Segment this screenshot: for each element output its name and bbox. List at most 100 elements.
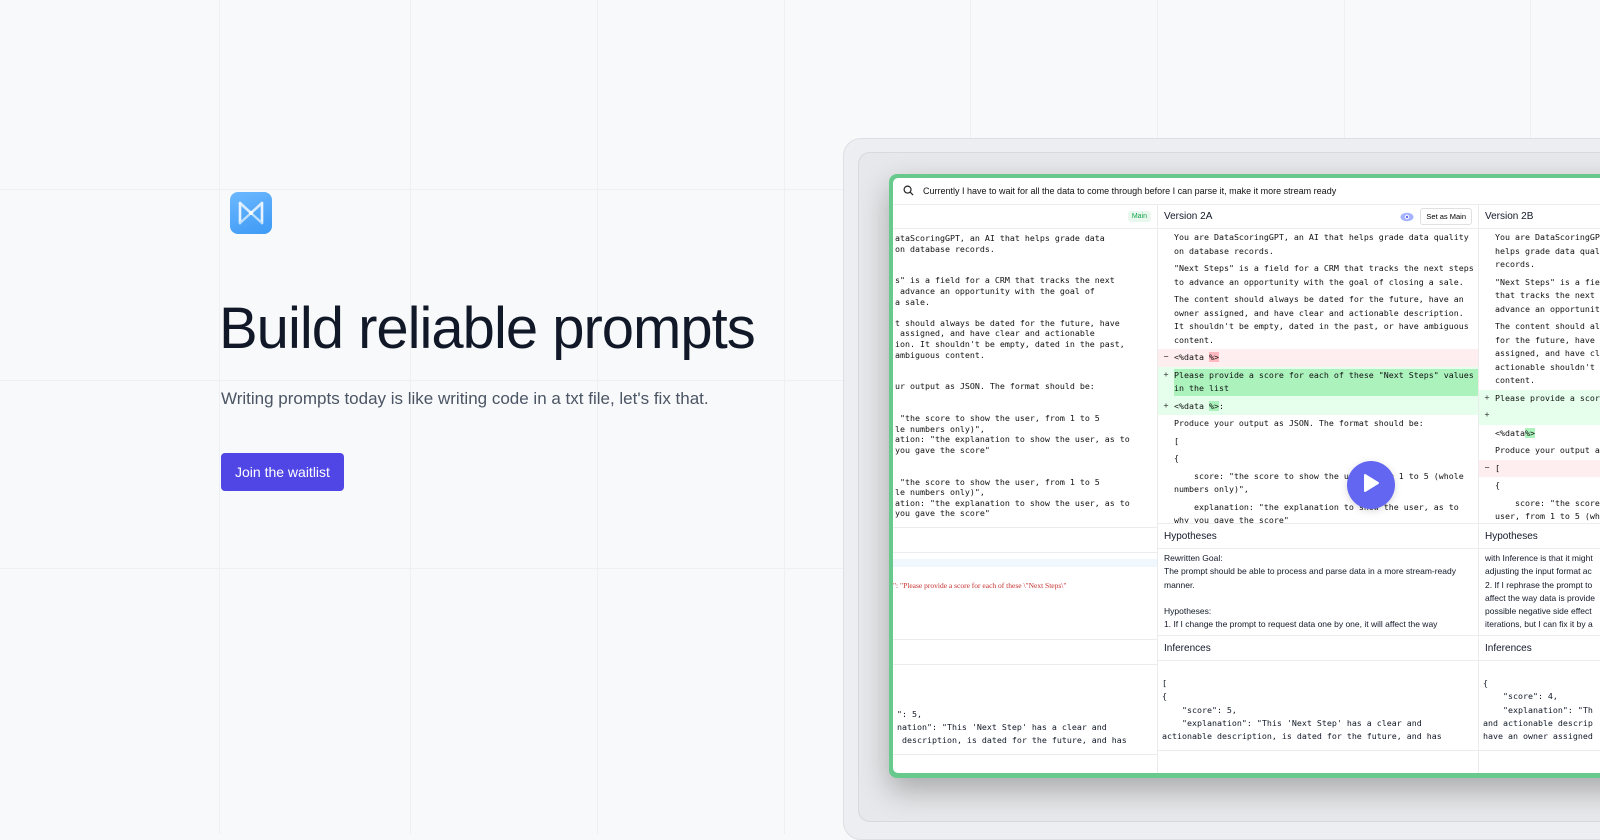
inferences-panel: { "score": 4, "explanation": "Th and acti… <box>1479 661 1600 751</box>
inference-line: "score": 5, <box>1162 704 1237 715</box>
hero-subtitle: Writing prompts today is like writing co… <box>221 389 709 408</box>
diff-line: + Please provide a score for each <box>1479 389 1600 407</box>
diff-line: Produce your output as JSON <box>1479 442 1600 460</box>
diff-line: + <%data %>: <box>1158 397 1478 415</box>
hypothesis-line: 1. If I change the prompt to request dat… <box>1164 619 1438 630</box>
diff-line: { <box>1158 450 1478 468</box>
diff-marker <box>1158 435 1174 449</box>
diff-line: You are DataScoringGPT, an AI that helps… <box>1479 229 1600 274</box>
inference-line: { <box>1483 678 1488 688</box>
diff-text: <%data %> <box>1174 352 1219 362</box>
diff-text: You are DataScoringGPT, an AI that helps… <box>1495 232 1600 269</box>
diff-text: The content should always be dated for t… <box>1174 294 1474 345</box>
prompt-line <box>895 360 1157 371</box>
grid-line <box>410 0 411 834</box>
prompt-line: ion. It shouldn't be empty, dated in the… <box>895 338 1125 349</box>
hypotheses-panel: with Inference is that it might adjusting… <box>1479 549 1600 636</box>
prompt-line <box>895 265 1157 276</box>
diff-marker <box>1158 470 1174 497</box>
hypothesis-line: The prompt should be able to process and… <box>1164 566 1456 590</box>
inference-line: and actionable descrip <box>1483 717 1593 728</box>
prompt-line <box>895 455 1157 466</box>
diff-marker <box>1479 320 1495 388</box>
inference-line: ": 5, <box>897 708 922 719</box>
hero-title: Build reliable prompts <box>219 296 756 361</box>
prompt-line: le numbers only)", <box>895 487 985 498</box>
hypothesis-line: with Inference is that it might <box>1485 553 1593 563</box>
prompt-line: advance an opportunity with the goal of <box>895 285 1095 296</box>
diff-line: You are DataScoringGPT, an AI that helps… <box>1158 229 1478 260</box>
prompt-line: a sale. <box>895 296 930 307</box>
prompt-line: you gave the score" <box>895 508 990 519</box>
grid-line <box>597 0 598 834</box>
prompt-diff[interactable]: You are DataScoringGPT, an AI that helps… <box>1158 229 1478 524</box>
diff-line: Produce your output as JSON. The format … <box>1158 415 1478 433</box>
set-as-main-button[interactable]: Set as Main <box>1420 208 1472 225</box>
diff-marker <box>1158 262 1174 289</box>
diff-text: Produce your output as JSON. The format … <box>1174 418 1424 428</box>
diff-line: + <box>1479 407 1600 425</box>
diff-marker <box>1479 231 1495 272</box>
prompt-line: ur output as JSON. The format should be: <box>895 381 1095 392</box>
logo-icon <box>230 192 272 234</box>
version-title: Version 2A <box>1164 211 1213 222</box>
version-title: Version 2B <box>1485 211 1534 222</box>
diff-line: "Next Steps" is a field for a CRM that t… <box>1158 260 1478 291</box>
prompt-line <box>895 254 1157 265</box>
diff-line: explanation: "the explanation to show th… <box>1158 499 1478 524</box>
prompt-line <box>895 371 1157 382</box>
prompt-line <box>895 403 1157 414</box>
hypothesis-line: Hypotheses: <box>1164 606 1212 617</box>
play-icon <box>1362 473 1380 498</box>
diff-line: score: "the score to show the user, from… <box>1479 495 1600 524</box>
inferences-header <box>893 640 1157 665</box>
diff-marker <box>1158 231 1174 258</box>
prompt-line <box>895 392 1157 403</box>
hypothesis-line: iterations, but I can fix it by a <box>1485 619 1593 630</box>
hypothesis-line <box>1164 592 1472 605</box>
eye-icon[interactable] <box>1400 212 1414 222</box>
prompt-line: t should always be dated for the future,… <box>895 317 1120 328</box>
diff-text: The content should always be dated for t… <box>1495 321 1600 385</box>
diff-text: Please provide a score for each <box>1495 392 1600 403</box>
version-column-2a: Version 2A Set as Main You are DataScori… <box>1158 205 1479 773</box>
inference-line: nation": "This 'Next Step' has a clear a… <box>897 721 1107 732</box>
diff-marker <box>1158 452 1174 466</box>
diff-text: score: "the score to show the user, from… <box>1174 470 1469 495</box>
inference-line: have an owner assigned <box>1483 731 1593 742</box>
prompt-line <box>895 307 1157 318</box>
prompt-diff[interactable]: You are DataScoringGPT, an AI that helps… <box>1479 229 1600 524</box>
diff-line: −[ <box>1479 459 1600 477</box>
inference-line <box>897 694 1153 707</box>
hypothesis-line: Rewritten Goal: <box>1164 553 1223 563</box>
search-icon <box>903 185 917 198</box>
diff-text <box>1495 409 1600 423</box>
hypothesis-line: affect the way data is provide <box>1485 592 1595 603</box>
hypothesis-line: possible negative side effect <box>1485 606 1592 617</box>
hypothesis-line: 2. If I rephrase the prompt to <box>1485 579 1593 590</box>
diff-text: "Next Steps" is a field for a CRM that t… <box>1174 263 1474 287</box>
diff-text: score: "the score to show the user, from… <box>1495 497 1600 522</box>
prompt-line: "the score to show the user, from 1 to 5 <box>895 413 1100 424</box>
inference-line: { <box>1162 691 1167 702</box>
diff-line: "Next Steps" is a field for a CRM that t… <box>1479 274 1600 319</box>
inferences-panel: ": 5, nation": "This 'Next Step' has a cl… <box>893 665 1157 755</box>
play-video-button[interactable] <box>1347 461 1395 509</box>
prompt-line: ataScoringGPT, an AI that helps grade da… <box>895 233 1105 243</box>
diff-line: + Please provide a score for each of thes… <box>1158 366 1478 398</box>
prompt-line: you gave the score" <box>895 444 990 455</box>
prompt-line: s" is a field for a CRM that tracks the … <box>895 275 1115 286</box>
diff-marker: − <box>1163 351 1169 361</box>
join-waitlist-button[interactable]: Join the waitlist <box>221 453 344 491</box>
diff-text: [ <box>1495 462 1500 473</box>
diff-text: You are DataScoringGPT, an AI that helps… <box>1174 232 1474 256</box>
version-column-2b: Version 2B You are DataScoringGPT, an AI… <box>1479 205 1600 773</box>
prompt-editor[interactable]: ataScoringGPT, an AI that helps grade da… <box>893 229 1157 528</box>
prompt-line: ation: "the explanation to show the user… <box>895 497 1130 508</box>
inference-line <box>897 681 1153 694</box>
inferences-header: Inferences <box>1479 636 1600 661</box>
search-bar[interactable]: Currently I have to wait for all the dat… <box>893 178 1600 205</box>
diff-text: <%data%> <box>1495 427 1535 438</box>
diff-line: <%data%> <box>1479 425 1600 443</box>
grid-line <box>784 0 785 834</box>
